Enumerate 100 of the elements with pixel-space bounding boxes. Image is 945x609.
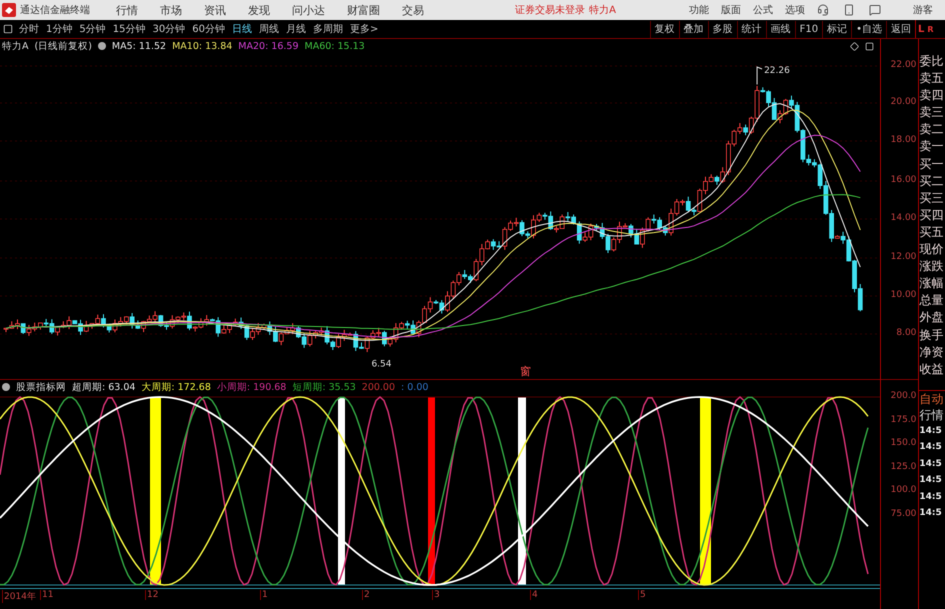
quote-label: 收益 [919, 360, 944, 378]
login-status[interactable]: 证券交易未登录 [515, 3, 586, 17]
trade-time: 14:5 [919, 458, 943, 471]
quote-label: 涨幅 [919, 275, 944, 292]
menu-item[interactable]: 公式 [753, 3, 773, 17]
ma-value: MA10: 13.84 [172, 40, 232, 52]
auto-quote-label: 行情 [919, 406, 944, 423]
price-axis-label: 20.00 [890, 97, 916, 107]
period-tab[interactable]: 60分钟 [192, 22, 225, 36]
quote-label: 换手 [919, 326, 944, 344]
quote-label: 买一 [919, 156, 944, 173]
menu-item[interactable]: 选项 [785, 3, 805, 17]
square-icon[interactable] [865, 42, 874, 50]
side-header-label: L [918, 24, 924, 34]
app-name: 通达信金融终端 [20, 4, 90, 17]
period-tab[interactable]: 日线 [232, 22, 252, 36]
period-tab[interactable]: 15分钟 [112, 22, 146, 36]
price-axis-label: 16.00 [890, 175, 916, 185]
quote-label: 委比 [919, 53, 944, 70]
indicator-value: : 0.00 [401, 382, 428, 392]
price-axis-label: 10.00 [890, 290, 916, 300]
quote-label: 买三 [919, 190, 944, 207]
period-tab[interactable]: 1分钟 [46, 22, 72, 36]
period-tab[interactable]: 周线 [258, 22, 279, 36]
price-axis-label: 12.00 [890, 252, 916, 262]
side-header-label: R [927, 24, 934, 34]
settings-dot-icon[interactable] [2, 383, 10, 391]
date-axis-label: 3 [432, 590, 440, 600]
date-axis-label: 5 [638, 590, 646, 600]
trade-time: 14:5 [919, 507, 943, 520]
square-icon[interactable] [3, 24, 13, 34]
date-axis-label: 12 [145, 590, 158, 600]
date-axis-label: 4 [530, 590, 538, 600]
date-axis-label: 1 [260, 590, 268, 600]
quote-label: 卖四 [919, 87, 944, 104]
high-price-label: 22.26 [764, 66, 790, 76]
quote-label: 现价 [919, 241, 944, 258]
date-axis-label: 2 [362, 590, 370, 600]
indicator-axis-label: 100.0 [890, 485, 916, 495]
period-tab[interactable]: 分时 [19, 22, 39, 36]
indicator-axis-label: 125.0 [890, 462, 916, 472]
quote-label: 卖一 [919, 138, 944, 156]
quote-label: 外盘 [919, 309, 944, 326]
stock-title: 特力A [2, 40, 28, 52]
indicator-name: 股票指标网 [16, 380, 66, 394]
price-axis-label: 18.00 [890, 135, 916, 145]
headset-icon[interactable] [817, 4, 829, 16]
indicator-axis-label: 150.0 [890, 438, 916, 448]
quote-label: 卖五 [919, 70, 944, 88]
ma-value: MA5: 11.52 [112, 40, 166, 52]
date-axis-label: 11 [40, 590, 54, 600]
quote-label: 卖三 [919, 104, 944, 122]
quote-label: 买二 [919, 172, 944, 190]
stock-name: 特力A [589, 4, 616, 17]
price-axis-label: 22.00 [890, 60, 916, 70]
ma-value: MA60: 15.13 [304, 40, 365, 52]
trade-time: 14:5 [919, 424, 943, 438]
indicator-value: 超周期: 63.04 [72, 380, 136, 394]
menu-item[interactable]: 问小达 [292, 2, 325, 18]
menu-item[interactable]: 行情 [116, 2, 138, 18]
menu-item[interactable]: 市场 [160, 2, 182, 18]
diamond-icon[interactable] [850, 42, 859, 50]
quote-label: 买四 [919, 206, 944, 224]
period-tab[interactable]: 30分钟 [152, 22, 186, 36]
ma-value: MA20: 16.59 [238, 40, 298, 52]
indicator-axis-label: 200.0 [890, 391, 916, 401]
trade-time: 14:5 [919, 474, 943, 488]
indicator-value: 200.00 [362, 382, 396, 392]
quote-label: 总量 [919, 292, 944, 310]
settings-dot-icon[interactable] [98, 42, 106, 50]
price-axis-label: 8.00 [896, 328, 916, 338]
period-tab[interactable]: 月线 [286, 22, 306, 36]
indicator-axis-label: 175.0 [890, 414, 916, 424]
period-tab[interactable]: 5分钟 [79, 22, 106, 36]
date-axis-label: 2014年 [2, 590, 36, 603]
auto-quote-label: 自动 [919, 390, 944, 407]
menu-item[interactable]: 财富圈 [347, 2, 380, 18]
period-tab[interactable]: 更多> [350, 22, 378, 36]
app-logo-icon [2, 3, 16, 17]
menu-item[interactable]: 交易 [402, 2, 424, 18]
message-icon[interactable] [869, 4, 881, 16]
indicator-value: 小周期: 190.68 [216, 380, 286, 394]
quote-label: 卖二 [919, 121, 944, 138]
trade-time: 14:5 [919, 441, 943, 454]
price-axis-label: 14.00 [890, 213, 916, 223]
trade-time: 14:5 [919, 490, 943, 504]
marker-label: 窗 [520, 365, 531, 378]
menu-item[interactable]: 功能 [689, 3, 709, 17]
indicator-value: 大周期: 172.68 [141, 380, 211, 394]
period-tab[interactable]: 多周期 [312, 22, 343, 36]
indicator-value: 短周期: 35.53 [292, 380, 356, 394]
phone-icon[interactable] [843, 4, 855, 16]
low-price-label: 6.54 [371, 359, 392, 370]
quote-label: 买五 [919, 224, 944, 241]
menu-item[interactable]: 版面 [721, 3, 741, 17]
adjust-mode: (日线前复权) [34, 40, 92, 52]
user-label[interactable]: 游客 [913, 3, 933, 17]
indicator-axis-label: 75.00 [890, 508, 916, 518]
menu-item[interactable]: 发现 [248, 2, 270, 18]
menu-item[interactable]: 资讯 [204, 2, 226, 18]
